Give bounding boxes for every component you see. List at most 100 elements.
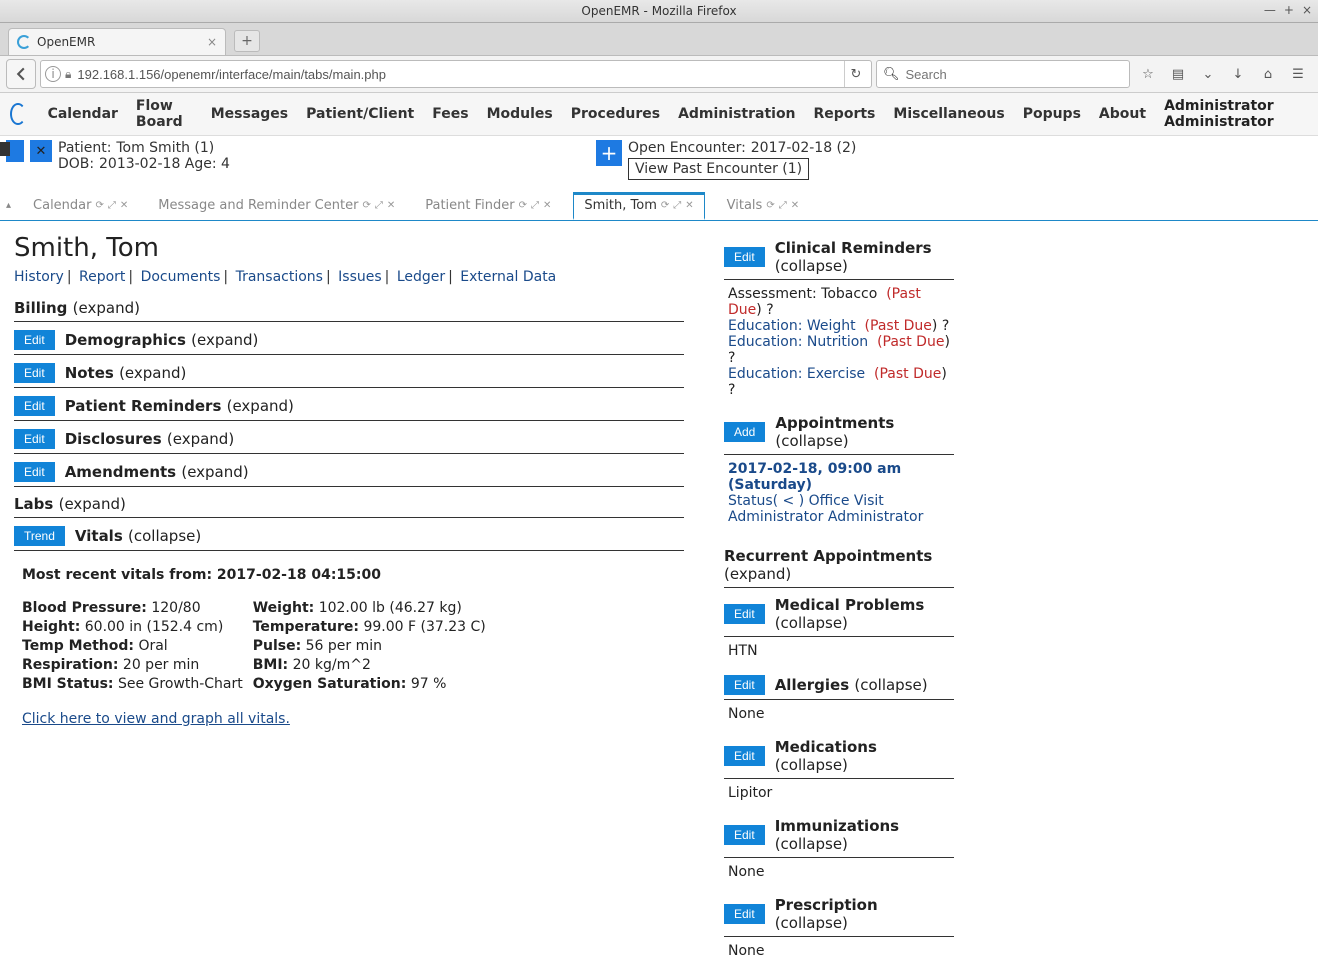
link-issues[interactable]: Issues (338, 269, 382, 285)
reminder-link[interactable]: Education: Nutrition (728, 334, 868, 350)
medications-body: Lipitor (724, 779, 954, 809)
collapse-tabs-icon[interactable]: ▴ (6, 200, 11, 211)
popout-icon[interactable]: ⤢ (375, 200, 383, 211)
edit-immunizations-button[interactable]: Edit (724, 825, 765, 845)
section-clinical-reminders: Edit Clinical Reminders (collapse) (724, 235, 954, 280)
tab-calendar[interactable]: Calendar⟳⤢✕ (25, 194, 136, 217)
appointment-datetime[interactable]: 2017-02-18, 09:00 am (Saturday) (728, 461, 950, 493)
edit-notes-button[interactable]: Edit (14, 363, 55, 383)
search-input[interactable] (904, 66, 1123, 83)
library-icon[interactable]: ▤ (1168, 67, 1188, 82)
maximize-icon[interactable]: + (1284, 3, 1294, 17)
menu-flowboard[interactable]: Flow Board (136, 98, 193, 130)
back-button[interactable] (6, 59, 36, 89)
edit-allergies-button[interactable]: Edit (724, 675, 765, 695)
menu-procedures[interactable]: Procedures (571, 106, 660, 122)
menu-icon[interactable]: ☰ (1288, 67, 1308, 82)
edit-prescription-button[interactable]: Edit (724, 904, 765, 924)
close-icon[interactable]: ✕ (791, 200, 799, 211)
tab-smith-tom[interactable]: Smith, Tom⟳⤢✕ (573, 192, 704, 220)
app-menubar: Calendar Flow Board Messages Patient/Cli… (0, 93, 1318, 136)
edit-medications-button[interactable]: Edit (724, 746, 765, 766)
menu-calendar[interactable]: Calendar (48, 106, 118, 122)
link-report[interactable]: Report (79, 269, 125, 285)
refresh-icon[interactable]: ⟳ (96, 200, 104, 211)
browser-tab[interactable]: OpenEMR × (8, 28, 226, 55)
menu-administration[interactable]: Administration (678, 106, 795, 122)
section-prescription: Edit Prescription (collapse) (724, 892, 954, 937)
edit-clinical-reminders-button[interactable]: Edit (724, 247, 765, 267)
url-bar[interactable]: i 🔒︎ ↻ (40, 60, 872, 88)
tab-patient-finder[interactable]: Patient Finder⟳⤢✕ (417, 194, 559, 217)
refresh-icon[interactable]: ⟳ (362, 200, 370, 211)
edit-disclosures-button[interactable]: Edit (14, 429, 55, 449)
edit-amendments-button[interactable]: Edit (14, 462, 55, 482)
link-ledger[interactable]: Ledger (397, 269, 445, 285)
edit-patient-reminders-button[interactable]: Edit (14, 396, 55, 416)
section-recurrent-appointments[interactable]: Recurrent Appointments (expand) (724, 543, 954, 588)
link-history[interactable]: History (14, 269, 64, 285)
menu-messages[interactable]: Messages (211, 106, 288, 122)
vitals-body: Most recent vitals from: 2017-02-18 04:1… (14, 551, 684, 733)
menu-modules[interactable]: Modules (487, 106, 553, 122)
inner-tabstrip: ▴ Calendar⟳⤢✕ Message and Reminder Cente… (0, 190, 1318, 221)
openemr-logo-icon[interactable] (10, 103, 26, 125)
window-title: OpenEMR - Mozilla Firefox (581, 4, 736, 18)
tab-close-icon[interactable]: × (207, 35, 217, 49)
prescription-body: None (724, 937, 954, 967)
link-transactions[interactable]: Transactions (236, 269, 323, 285)
appointment-status[interactable]: Status( < ) Office Visit (728, 493, 884, 509)
menu-patientclient[interactable]: Patient/Client (306, 106, 414, 122)
tab-message-center[interactable]: Message and Reminder Center⟳⤢✕ (150, 194, 403, 217)
popout-icon[interactable]: ⤢ (779, 200, 787, 211)
menu-popups[interactable]: Popups (1023, 106, 1081, 122)
new-encounter-button[interactable]: + (596, 140, 622, 166)
section-labs[interactable]: Labs (expand) (14, 491, 684, 518)
url-input[interactable] (75, 66, 840, 83)
browser-search[interactable]: 🔍︎ (876, 60, 1130, 88)
tab-vitals[interactable]: Vitals⟳⤢✕ (719, 194, 807, 217)
allergies-body: None (724, 700, 954, 730)
view-past-encounter-button[interactable]: View Past Encounter (1) (628, 158, 809, 180)
pocket-icon[interactable]: ⌄ (1198, 67, 1218, 82)
clear-patient-icon[interactable]: ✕ (30, 140, 52, 162)
refresh-icon[interactable]: ⟳ (766, 200, 774, 211)
appointment-provider[interactable]: Administrator Administrator (728, 509, 923, 525)
close-icon[interactable]: ✕ (543, 200, 551, 211)
add-appointment-button[interactable]: Add (724, 422, 765, 442)
view-all-vitals-link[interactable]: Click here to view and graph all vitals. (22, 711, 290, 727)
new-tab-button[interactable]: + (234, 30, 260, 52)
refresh-icon[interactable]: ⟳ (661, 200, 669, 211)
page-title: Smith, Tom (14, 233, 684, 263)
close-icon[interactable]: ✕ (120, 200, 128, 211)
section-billing[interactable]: Billing (expand) (14, 295, 684, 322)
current-user[interactable]: Administrator Administrator (1164, 98, 1308, 130)
info-icon[interactable]: i (45, 66, 61, 82)
close-icon[interactable]: ✕ (387, 200, 395, 211)
lock-icon: 🔒︎ (65, 67, 71, 82)
close-icon[interactable]: ✕ (685, 200, 693, 211)
edit-demographics-button[interactable]: Edit (14, 330, 55, 350)
downloads-icon[interactable]: ↓ (1228, 67, 1248, 82)
popout-icon[interactable]: ⤢ (531, 200, 539, 211)
refresh-icon[interactable]: ⟳ (519, 200, 527, 211)
menu-fees[interactable]: Fees (432, 106, 468, 122)
bookmark-icon[interactable]: ☆ (1138, 67, 1158, 82)
link-documents[interactable]: Documents (141, 269, 221, 285)
link-external-data[interactable]: External Data (460, 269, 556, 285)
trend-vitals-button[interactable]: Trend (14, 526, 65, 546)
reminder-link[interactable]: Education: Weight (728, 318, 856, 334)
reload-icon[interactable]: ↻ (844, 61, 867, 87)
menu-miscellaneous[interactable]: Miscellaneous (893, 106, 1004, 122)
patient-card-icon[interactable] (6, 140, 24, 162)
close-icon[interactable]: × (1302, 3, 1312, 17)
popout-icon[interactable]: ⤢ (108, 200, 116, 211)
popout-icon[interactable]: ⤢ (673, 200, 681, 211)
home-icon[interactable]: ⌂ (1258, 67, 1278, 82)
minimize-icon[interactable]: — (1264, 3, 1276, 17)
edit-medical-problems-button[interactable]: Edit (724, 604, 765, 624)
reminder-link[interactable]: Education: Exercise (728, 366, 865, 382)
openemr-icon (17, 35, 31, 49)
menu-reports[interactable]: Reports (814, 106, 876, 122)
menu-about[interactable]: About (1099, 106, 1146, 122)
